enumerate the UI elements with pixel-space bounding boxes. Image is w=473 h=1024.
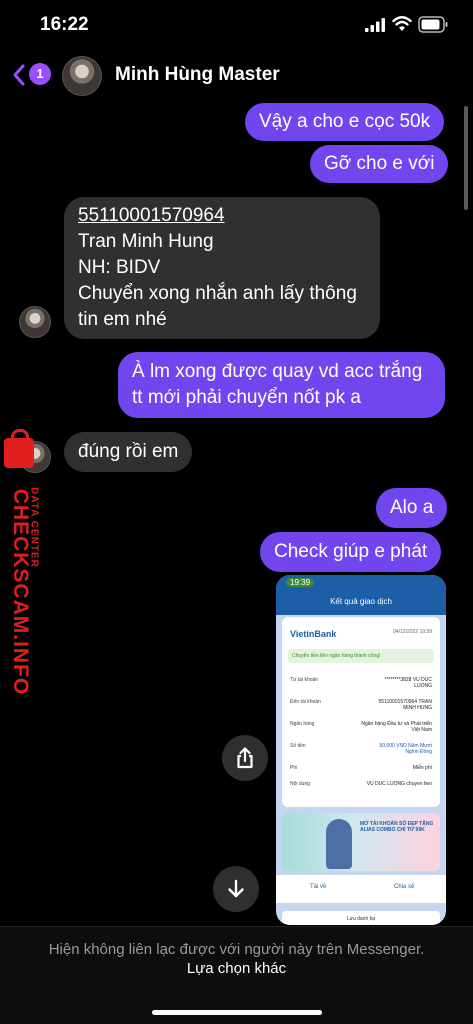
image-topbar: 19:39 Kết quả giao dịch [276, 575, 446, 615]
unread-badge: 1 [29, 63, 51, 85]
save-contact-label: Lưu danh bạ [282, 911, 440, 925]
other-options-link[interactable]: Lựa chọn khác [0, 960, 473, 977]
row-key: Số tiền [290, 743, 306, 749]
row-key: Đến tài khoản [290, 699, 321, 705]
home-indicator [152, 1010, 322, 1015]
signal-icon [365, 18, 385, 32]
message-text: Tran Minh Hung [78, 231, 214, 252]
row-key: Ngân hàng [290, 721, 315, 727]
sender-avatar[interactable] [19, 306, 51, 338]
back-button[interactable]: 1 [12, 62, 52, 88]
row-value: VU DUC LUONG chuyen tien [366, 781, 432, 787]
message-text: đúng rồi em [78, 441, 179, 462]
bank-logo: VietinBank [290, 629, 337, 639]
message-incoming[interactable]: 55110001570964 Tran Minh Hung NH: BIDV C… [64, 197, 380, 339]
row-value: 55110001570964 TRAN MINH HUNG [378, 699, 432, 711]
share-icon [237, 747, 253, 769]
row-key: Nội dung [290, 781, 311, 787]
contact-avatar[interactable] [62, 56, 102, 96]
scrollbar[interactable] [464, 106, 468, 210]
watermark: DATA CENTER CHECKSCAM.INFO [0, 429, 52, 695]
chat-header: 1 Minh Hùng Master [0, 50, 473, 102]
message-text: Alo a [390, 497, 434, 518]
message-text: NH: BIDV [78, 257, 161, 278]
promo-banner: MỞ TÀI KHOẢN SỐ ĐẸP TẶNG ALIAS COMBO CHỈ… [282, 813, 440, 871]
message-text: Vậy a cho e cọc 50k [259, 111, 431, 132]
row-key: Phí [290, 765, 298, 771]
row-value: 50,000 VND Năm Mươi Nghìn Đồng [379, 743, 432, 755]
message-text: tt mới phải chuyển nốt pk a [132, 387, 361, 408]
arrow-down-icon [228, 879, 244, 898]
image-actions: Tải về Chia sẻ [276, 875, 446, 903]
message-text: Check giúp e phát [274, 541, 428, 562]
status-bar: 16:22 [0, 0, 473, 48]
battery-icon [418, 16, 448, 33]
status-time: 16:22 [40, 14, 89, 35]
share-button[interactable] [222, 735, 268, 781]
chevron-left-icon [13, 64, 25, 86]
receipt-card: VietinBank 04/12/2022 19:39 Chuyển tiền … [282, 617, 440, 807]
unavailable-note: Hiện không liên lạc được với người này t… [48, 941, 425, 958]
message-outgoing[interactable]: Alo a [376, 488, 448, 528]
share-label: Chia sẻ [394, 884, 415, 890]
receipt-date: 04/12/2022 19:39 [393, 629, 432, 635]
success-message: Chuyển tiền liên ngân hàng thành công! [288, 649, 434, 663]
message-text: À lm xong được quay vd acc trắng [132, 361, 423, 382]
promo-figure [326, 819, 352, 869]
message-text: tin em nhé [78, 309, 167, 330]
message-text: Chuyển xong nhắn anh lấy thông [78, 283, 357, 304]
message-outgoing[interactable]: À lm xong được quay vd acc trắng tt mới … [118, 352, 445, 418]
promo-text: MỞ TÀI KHOẢN SỐ ĐẸP TẶNG ALIAS COMBO CHỈ… [360, 821, 434, 833]
contact-name[interactable]: Minh Hùng Master [115, 64, 280, 86]
row-key: Từ tài khoản [290, 677, 319, 683]
wifi-icon [392, 16, 412, 31]
message-outgoing[interactable]: Check giúp e phát [260, 532, 442, 572]
row-value: ********3828 VU DUC LUONG [384, 677, 432, 689]
attached-image[interactable]: 19:39 Kết quả giao dịch VietinBank 04/12… [276, 575, 446, 925]
image-status-time: 19:39 [286, 578, 315, 587]
row-value: Miễn phí [412, 765, 432, 771]
message-text: Gỡ cho e với [324, 153, 435, 174]
message-outgoing[interactable]: Vậy a cho e cọc 50k [245, 103, 445, 141]
message-incoming[interactable]: đúng rồi em [64, 432, 193, 472]
account-number-link[interactable]: 55110001570964 [78, 203, 366, 229]
row-value: Ngân hàng Đầu tư và Phát triển Việt Nam [361, 721, 432, 733]
scroll-down-button[interactable] [213, 866, 259, 912]
watermark-big-text: CHECKSCAM.INFO [9, 488, 32, 696]
message-outgoing[interactable]: Gỡ cho e với [310, 145, 449, 183]
image-title: Kết quả giao dịch [330, 597, 392, 606]
download-label: Tải về [310, 884, 327, 890]
